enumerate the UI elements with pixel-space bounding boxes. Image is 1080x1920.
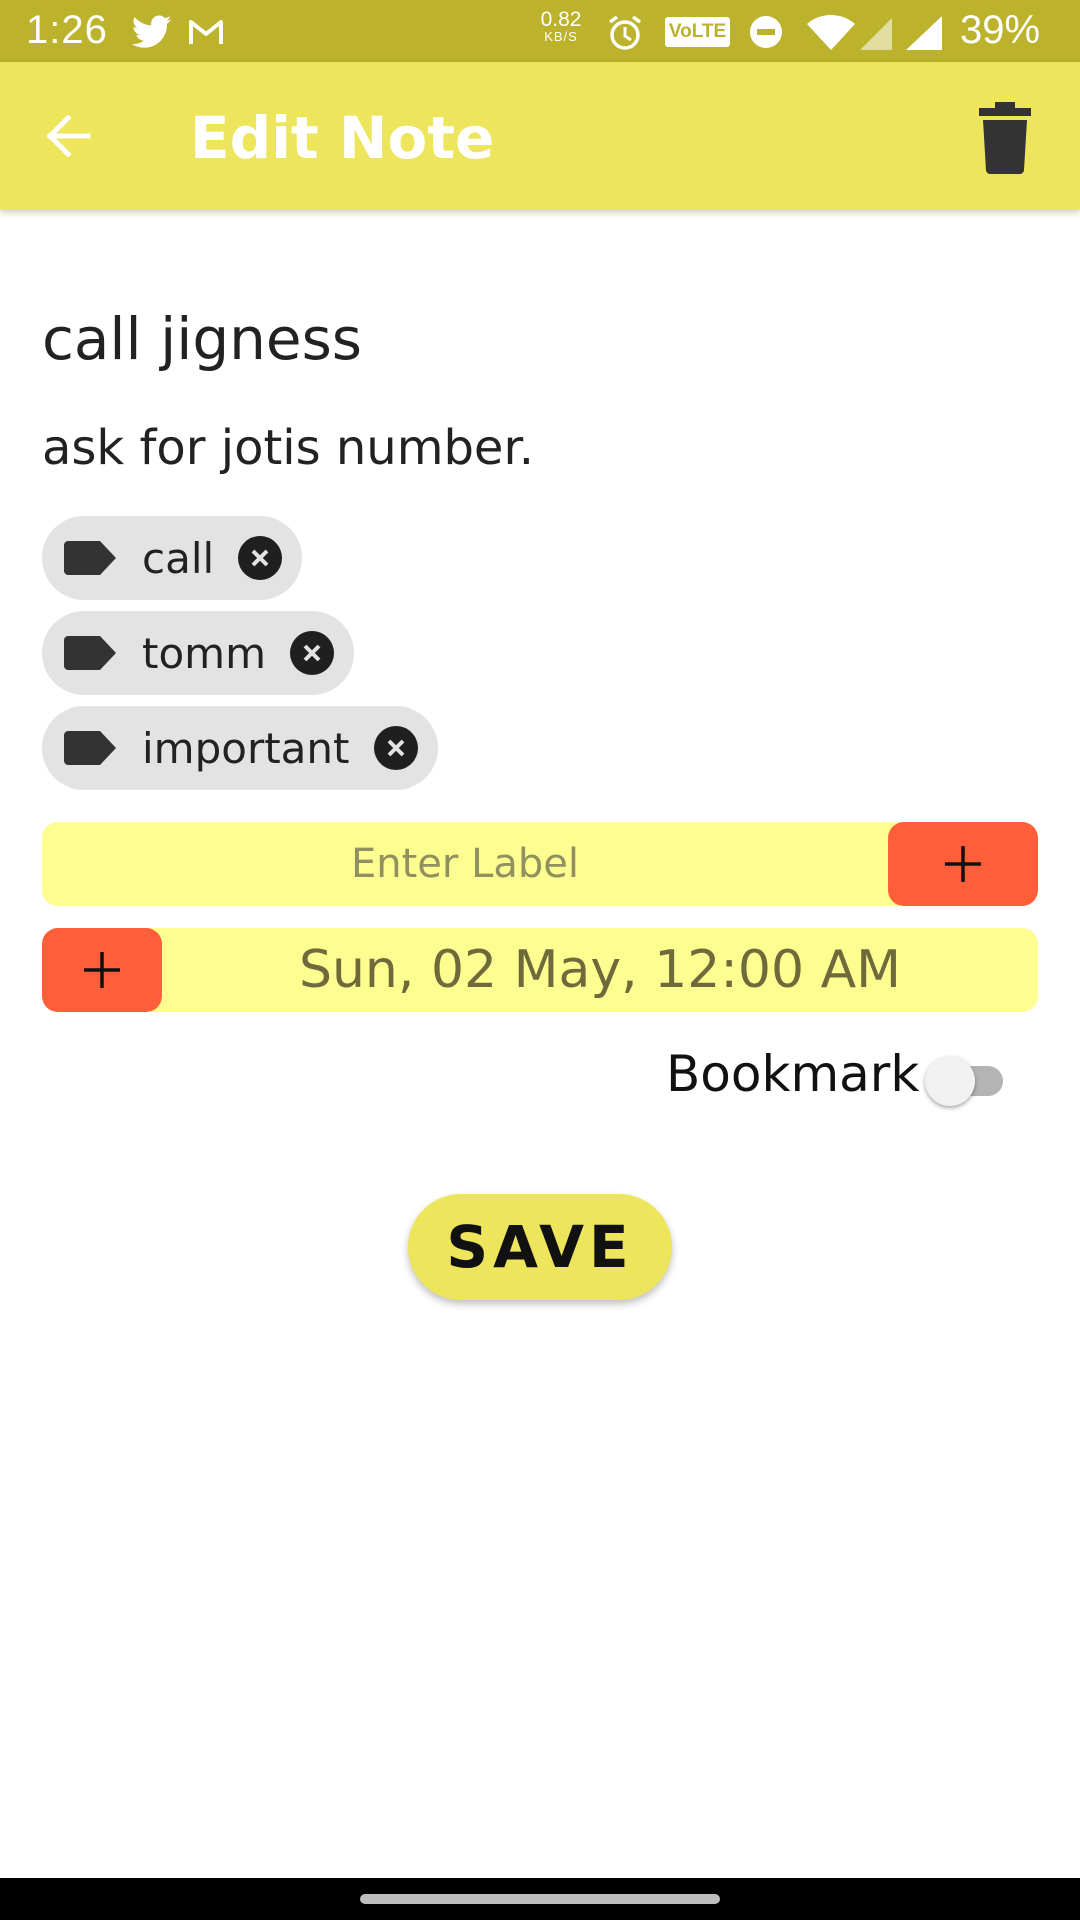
do-not-disturb-icon (750, 16, 782, 48)
alarm-icon (608, 15, 642, 50)
network-speed-value: 0.82 (540, 8, 582, 31)
add-label-button[interactable] (888, 822, 1038, 906)
navigation-bar (0, 1878, 1080, 1920)
close-icon (303, 644, 321, 662)
label-input-row (42, 822, 1038, 906)
label-icon (64, 731, 116, 765)
plus-icon (945, 846, 981, 882)
label-chip[interactable]: important (42, 706, 438, 790)
remove-label-button[interactable] (373, 726, 418, 770)
bookmark-toggle[interactable] (925, 1056, 1009, 1106)
page-title: Edit Note (190, 104, 495, 172)
back-button[interactable] (40, 108, 100, 164)
twitter-icon (132, 15, 172, 48)
signal-sim2-icon (906, 16, 942, 50)
toggle-thumb (925, 1056, 975, 1106)
save-button[interactable]: SAVE (408, 1194, 672, 1300)
reminder-row: Sun, 02 May, 12:00 AM (42, 928, 1038, 1012)
note-title[interactable]: call jigness (42, 305, 362, 373)
trash-icon (979, 102, 1031, 174)
note-body[interactable]: ask for jotis number. (42, 420, 534, 476)
plus-icon (84, 952, 120, 988)
network-speed-unit: KB/S (544, 29, 578, 44)
status-bar: 1:26 0.82 KB/S VoLTE 39% (0, 0, 1080, 62)
reminder-date[interactable]: Sun, 02 May, 12:00 AM (162, 928, 1038, 1012)
label-chip-text: tomm (142, 628, 266, 678)
gmail-icon (189, 20, 223, 44)
label-chip[interactable]: tomm (42, 611, 354, 695)
signal-sim1-icon (860, 18, 892, 50)
bookmark-label: Bookmark (666, 1045, 920, 1103)
close-icon (387, 739, 404, 757)
home-gesture-handle[interactable] (360, 1894, 720, 1904)
wifi-icon (807, 15, 855, 50)
app-bar: Edit Note (0, 62, 1080, 210)
label-chip-text: important (142, 723, 350, 773)
label-input[interactable] (42, 822, 888, 906)
remove-label-button[interactable] (290, 631, 334, 675)
label-icon (64, 636, 116, 670)
volte-badge: VoLTE (665, 17, 730, 47)
battery-percent: 39% (960, 8, 1041, 52)
remove-label-button[interactable] (238, 536, 283, 580)
delete-button[interactable] (975, 102, 1035, 174)
status-time: 1:26 (26, 8, 108, 52)
label-chip[interactable]: call (42, 516, 303, 600)
network-speed: 0.82 KB/S (535, 9, 587, 43)
label-icon (64, 541, 116, 575)
add-reminder-button[interactable] (42, 928, 162, 1012)
close-icon (251, 549, 269, 567)
label-chip-text: call (142, 533, 215, 583)
arrow-left-icon (46, 114, 91, 158)
